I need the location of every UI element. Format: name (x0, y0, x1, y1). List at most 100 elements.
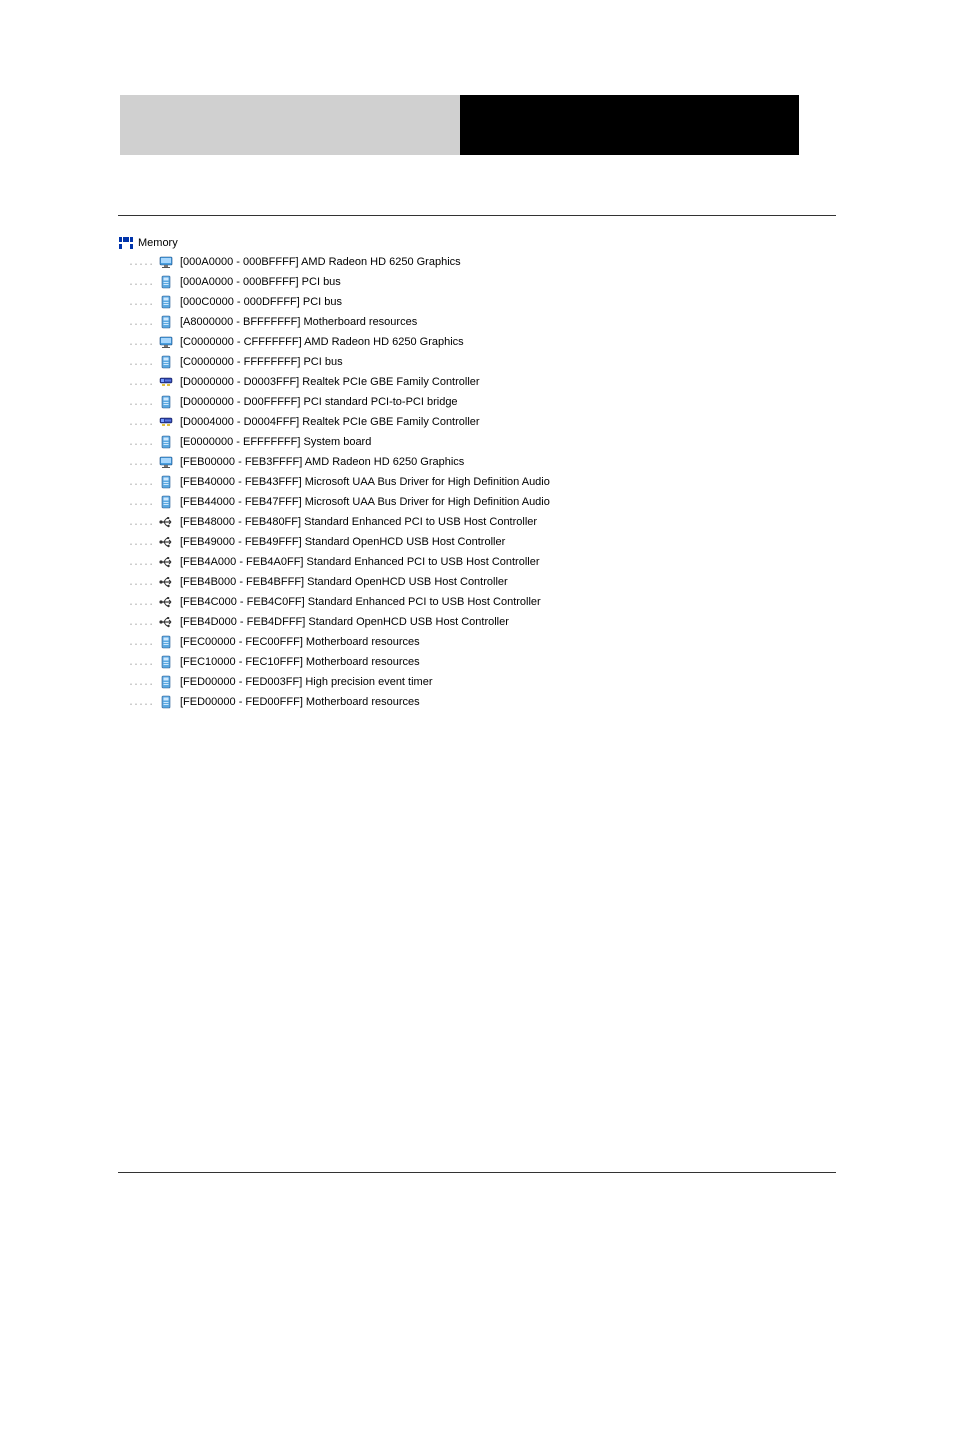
tree-branch-line: ..... (128, 477, 158, 488)
tree-branch-line: ..... (128, 517, 158, 528)
tree-item[interactable]: ..... [FEB4A000 - FEB4A0FF] Standard Enha… (128, 552, 954, 572)
tree-item[interactable]: ..... [FEB4C000 - FEB4C0FF] Standard Enha… (128, 592, 954, 612)
tree-branch-line: ..... (128, 317, 158, 328)
tree-branch-line: ..... (128, 417, 158, 428)
tree-branch-line: ..... (128, 397, 158, 408)
tree-branch-line: ..... (128, 597, 158, 608)
tree-item[interactable]: ..... [000A0000 - 000BFFFF] AMD Radeon HD… (128, 252, 954, 272)
usb-icon (158, 594, 174, 610)
tree-item[interactable]: ..... [FEB48000 - FEB480FF] Standard Enha… (128, 512, 954, 532)
tree-item[interactable]: ..... [E0000000 - EFFFFFFF] System board (128, 432, 954, 452)
tree-item[interactable]: ..... [FEC00000 - FEC00FFF] Motherboard r… (128, 632, 954, 652)
tree-item-label: [FED00000 - FED003FF] High precision eve… (180, 676, 433, 688)
system-icon (158, 634, 174, 650)
tree-item-label: [D0004000 - D0004FFF] Realtek PCIe GBE F… (180, 416, 480, 428)
tree-branch-line: ..... (128, 617, 158, 628)
tree-branch-line: ..... (128, 337, 158, 348)
tree-item[interactable]: ..... [A8000000 - BFFFFFFF] Motherboard r… (128, 312, 954, 332)
tree-item[interactable]: ..... [FEB4D000 - FEB4DFFF] Standard Open… (128, 612, 954, 632)
tree-root[interactable]: Memory (118, 234, 954, 252)
network-icon (158, 374, 174, 390)
system-icon (158, 274, 174, 290)
network-icon (158, 414, 174, 430)
usb-icon (158, 514, 174, 530)
tree-item[interactable]: ..... [FEC10000 - FEC10FFF] Motherboard r… (128, 652, 954, 672)
device-tree: Memory ..... [000A0000 - 000BFFFF] AMD Ra… (118, 234, 954, 732)
usb-icon (158, 614, 174, 630)
tree-item-label: [FEC10000 - FEC10FFF] Motherboard resour… (180, 656, 420, 668)
tree-branch-line: ..... (128, 557, 158, 568)
display-icon (158, 454, 174, 470)
tree-item-label: [D0000000 - D00FFFFF] PCI standard PCI-t… (180, 396, 458, 408)
tree-branch-line: ..... (128, 677, 158, 688)
tree-branch-line: ..... (128, 277, 158, 288)
tree-item-label: [C0000000 - FFFFFFFF] PCI bus (180, 356, 343, 368)
usb-icon (158, 554, 174, 570)
display-icon (158, 334, 174, 350)
usb-icon (158, 534, 174, 550)
tree-branch-line: ..... (128, 657, 158, 668)
system-icon (158, 674, 174, 690)
tree-item[interactable]: ..... [C0000000 - FFFFFFFF] PCI bus (128, 352, 954, 372)
tree-item-label: [FEB4B000 - FEB4BFFF] Standard OpenHCD U… (180, 576, 508, 588)
tree-branch-line: ..... (128, 497, 158, 508)
tree-item-label: [C0000000 - CFFFFFFF] AMD Radeon HD 6250… (180, 336, 464, 348)
tree-branch-line: ..... (128, 357, 158, 368)
tree-branch-line: ..... (128, 297, 158, 308)
system-icon (158, 294, 174, 310)
tree-branch-line: ..... (128, 437, 158, 448)
header-bar (0, 95, 954, 155)
divider-top (118, 215, 836, 216)
tree-branch-line: ..... (128, 637, 158, 648)
tree-item-label: [000C0000 - 000DFFFF] PCI bus (180, 296, 342, 308)
tree-branch-line: ..... (128, 457, 158, 468)
tree-item[interactable]: ..... [D0004000 - D0004FFF] Realtek PCIe … (128, 412, 954, 432)
tree-branch-line: ..... (128, 577, 158, 588)
tree-item-label: [FEB48000 - FEB480FF] Standard Enhanced … (180, 516, 537, 528)
system-icon (158, 694, 174, 710)
display-icon (158, 254, 174, 270)
tree-item-label: [FEB4A000 - FEB4A0FF] Standard Enhanced … (180, 556, 540, 568)
tree-item-label: [FEB00000 - FEB3FFFF] AMD Radeon HD 6250… (180, 456, 464, 468)
tree-item-label: [A8000000 - BFFFFFFF] Motherboard resour… (180, 316, 417, 328)
system-icon (158, 314, 174, 330)
memory-icon (118, 236, 134, 250)
tree-item-label: [E0000000 - EFFFFFFF] System board (180, 436, 371, 448)
page-container: Memory ..... [000A0000 - 000BFFFF] AMD Ra… (0, 95, 954, 1223)
tree-branch-line: ..... (128, 377, 158, 388)
tree-item-label: [FEC00000 - FEC00FFF] Motherboard resour… (180, 636, 420, 648)
system-icon (158, 474, 174, 490)
tree-item-label: [FEB49000 - FEB49FFF] Standard OpenHCD U… (180, 536, 505, 548)
divider-bottom (118, 1172, 836, 1223)
header-right-panel (460, 95, 799, 155)
tree-item-label: [FEB44000 - FEB47FFF] Microsoft UAA Bus … (180, 496, 550, 508)
system-icon (158, 394, 174, 410)
tree-item[interactable]: ..... [FEB00000 - FEB3FFFF] AMD Radeon HD… (128, 452, 954, 472)
tree-item[interactable]: ..... [C0000000 - CFFFFFFF] AMD Radeon HD… (128, 332, 954, 352)
tree-item[interactable]: ..... [FEB40000 - FEB43FFF] Microsoft UAA… (128, 472, 954, 492)
tree-item-label: [000A0000 - 000BFFFF] AMD Radeon HD 6250… (180, 256, 461, 268)
tree-branch-line: ..... (128, 537, 158, 548)
tree-item[interactable]: ..... [FEB49000 - FEB49FFF] Standard Open… (128, 532, 954, 552)
tree-item[interactable]: ..... [FEB44000 - FEB47FFF] Microsoft UAA… (128, 492, 954, 512)
tree-root-label: Memory (138, 237, 178, 249)
header-left-panel (120, 95, 460, 155)
tree-item-label: [FED00000 - FED00FFF] Motherboard resour… (180, 696, 420, 708)
tree-item-label: [D0000000 - D0003FFF] Realtek PCIe GBE F… (180, 376, 480, 388)
tree-item-label: [FEB4C000 - FEB4C0FF] Standard Enhanced … (180, 596, 541, 608)
tree-item[interactable]: .....[FED00000 - FED00FFF] Motherboard r… (128, 692, 954, 712)
tree-item[interactable]: ..... [D0000000 - D00FFFFF] PCI standard … (128, 392, 954, 412)
system-icon (158, 654, 174, 670)
system-icon (158, 354, 174, 370)
tree-item-label: [000A0000 - 000BFFFF] PCI bus (180, 276, 341, 288)
tree-item-label: [FEB4D000 - FEB4DFFF] Standard OpenHCD U… (180, 616, 509, 628)
tree-item-label: [FEB40000 - FEB43FFF] Microsoft UAA Bus … (180, 476, 550, 488)
system-icon (158, 434, 174, 450)
tree-item[interactable]: ..... [D0000000 - D0003FFF] Realtek PCIe … (128, 372, 954, 392)
tree-item[interactable]: ..... [000C0000 - 000DFFFF] PCI bus (128, 292, 954, 312)
usb-icon (158, 574, 174, 590)
tree-item[interactable]: ..... [FEB4B000 - FEB4BFFF] Standard Open… (128, 572, 954, 592)
tree-branch-line: ..... (128, 257, 158, 268)
tree-item[interactable]: ..... [000A0000 - 000BFFFF] PCI bus (128, 272, 954, 292)
tree-item[interactable]: ..... [FED00000 - FED003FF] High precisio… (128, 672, 954, 692)
